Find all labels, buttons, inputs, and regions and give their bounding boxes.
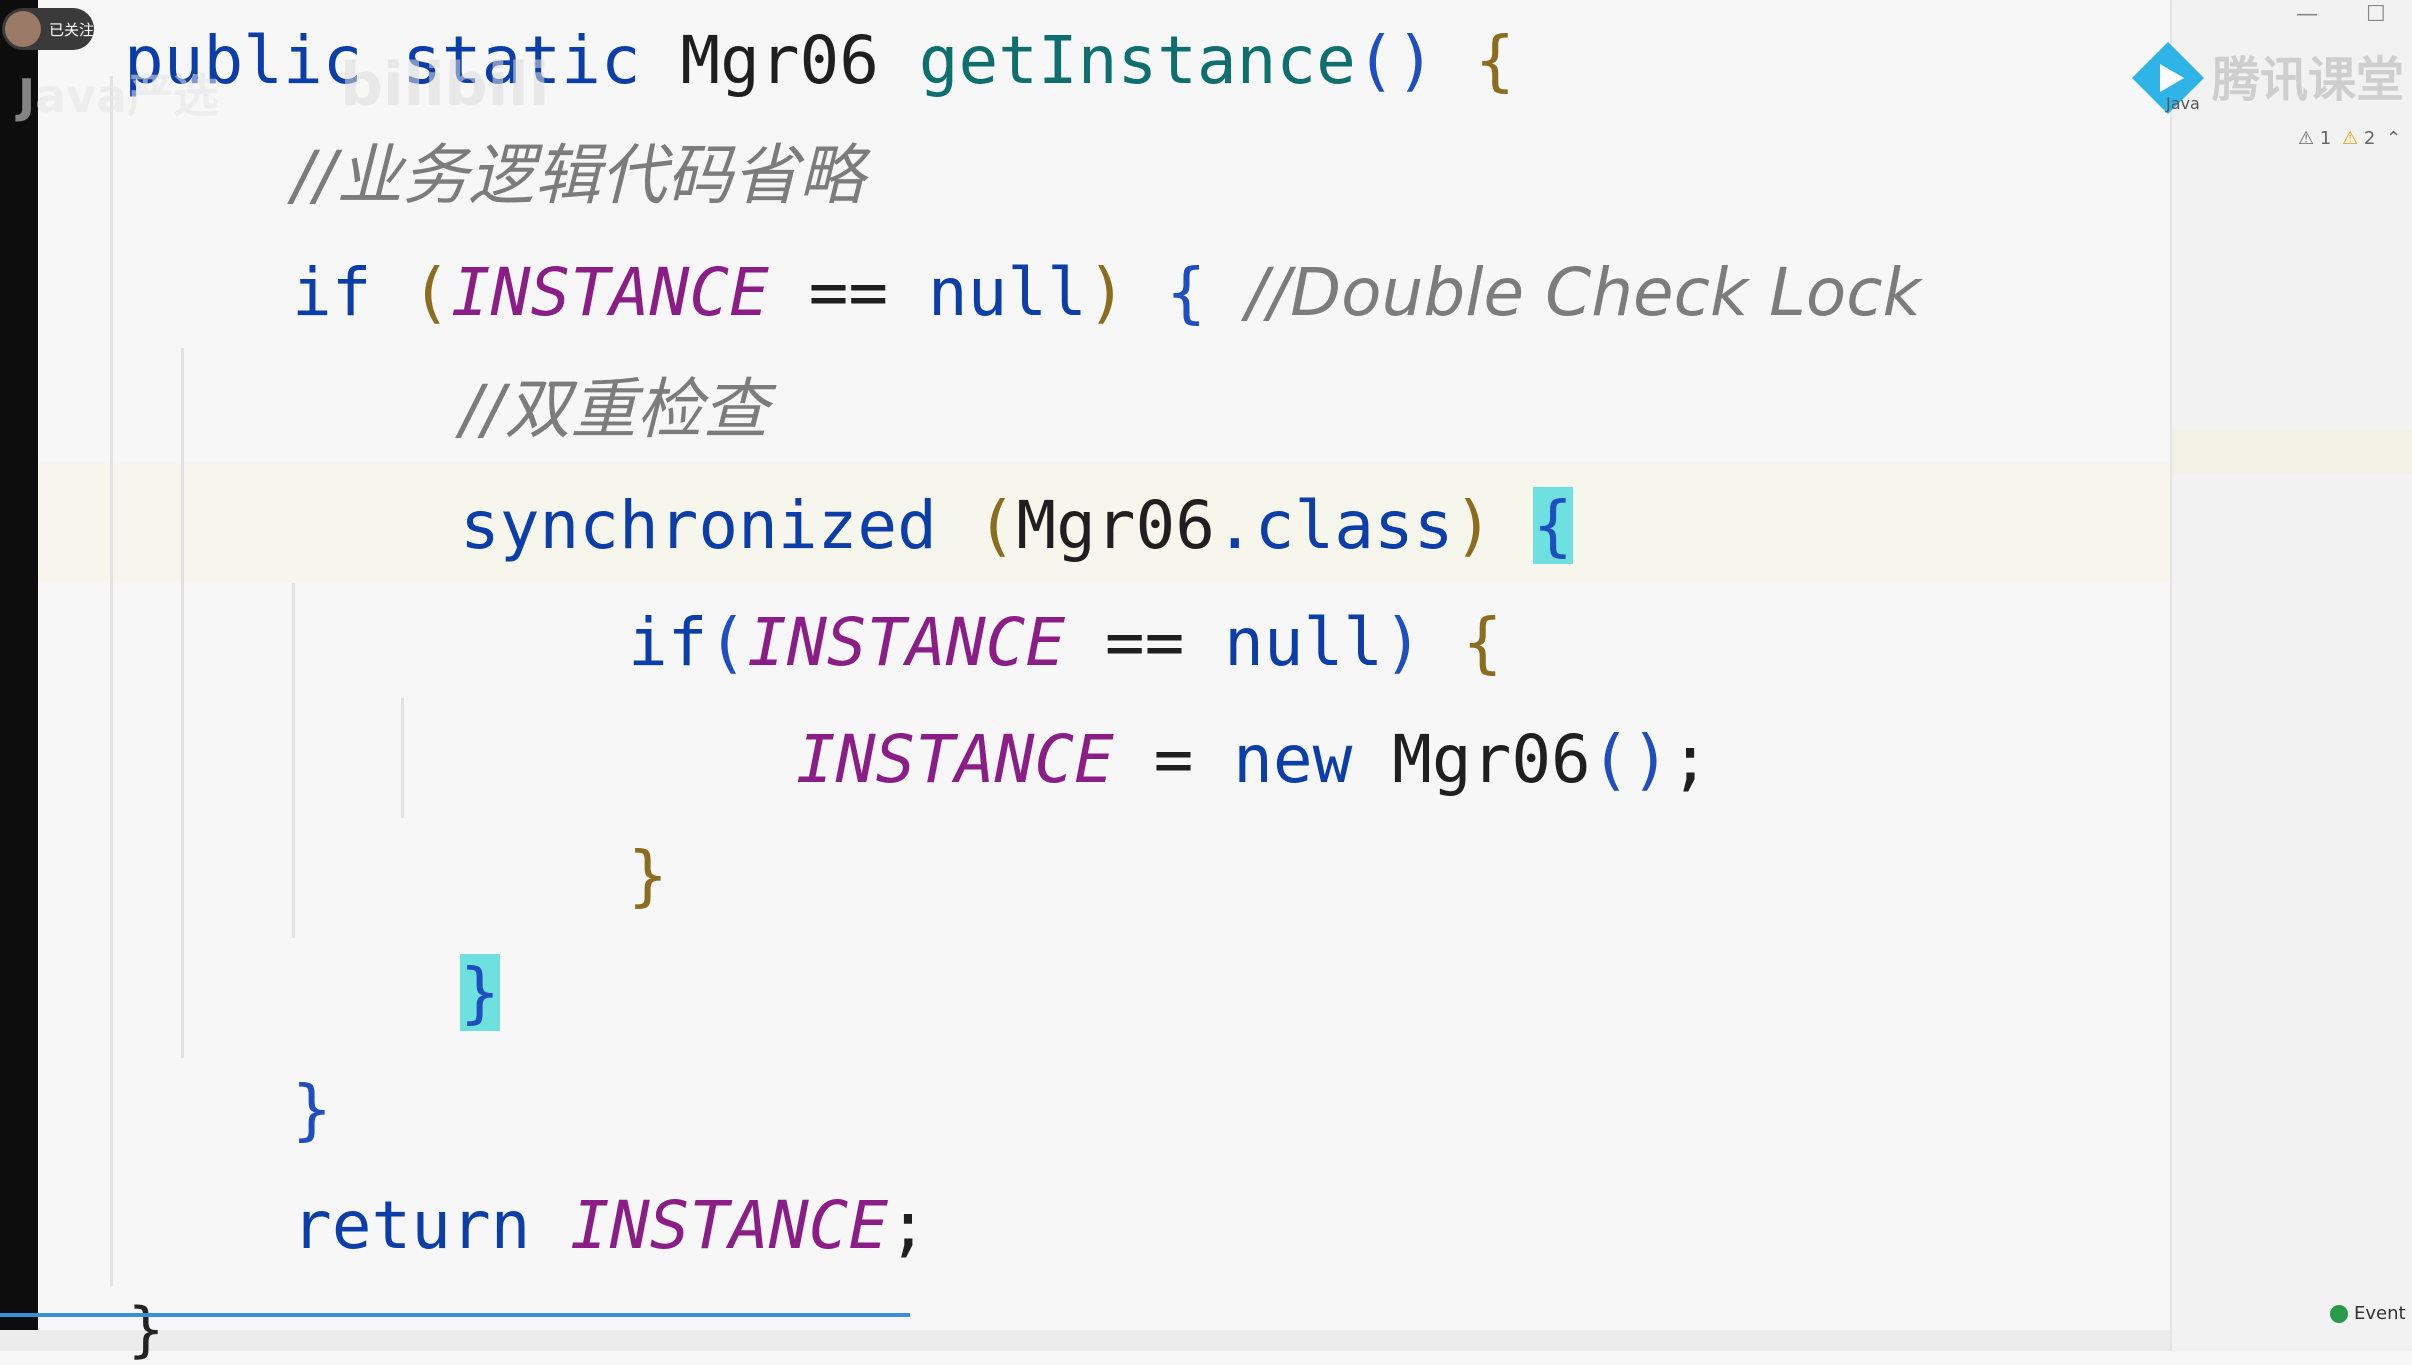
open-brace: { xyxy=(1475,22,1515,99)
indent-guide xyxy=(292,583,295,938)
warning-icon: ⚠ xyxy=(2342,128,2359,149)
comment: //Double Check Lock xyxy=(1245,254,1921,331)
semicolon: ; xyxy=(888,1187,928,1264)
weak-warning-count: 1 xyxy=(2319,128,2332,149)
chevron-up-icon[interactable]: ⌃ xyxy=(2386,128,2401,149)
open-brace: { xyxy=(1166,254,1207,331)
video-progress-bar[interactable] xyxy=(0,1313,910,1317)
follow-badge[interactable]: 已关注 xyxy=(2,8,94,50)
code-line-close-if-outer[interactable]: } xyxy=(292,1060,332,1160)
paren-close: ) xyxy=(1453,487,1494,564)
keyword-new: new xyxy=(1233,721,1353,798)
method-name: getInstance xyxy=(918,22,1356,99)
semicolon: ; xyxy=(1670,721,1711,798)
code-line-if-inner[interactable]: if(INSTANCE == null) { xyxy=(628,593,1502,693)
warning-count: 2 xyxy=(2363,128,2376,149)
code-line-comment-business[interactable]: //业务逻辑代码省略 xyxy=(292,126,864,226)
operator-assign: = xyxy=(1153,721,1194,798)
code-line-close-method: } xyxy=(128,1300,164,1360)
type-name: Mgr06 xyxy=(1392,721,1591,798)
operator-equals: == xyxy=(808,254,889,331)
code-line-close-synchronized[interactable]: } xyxy=(460,943,500,1043)
open-brace: { xyxy=(1462,604,1503,681)
code-editor[interactable]: public static Mgr06 getInstance() { //业务… xyxy=(38,8,2170,1328)
code-line-close-if-inner[interactable]: } xyxy=(628,826,668,926)
paren-open: ( xyxy=(707,604,748,681)
paren-close: ) xyxy=(1086,254,1127,331)
class-literal: .class xyxy=(1215,487,1454,564)
close-brace: } xyxy=(628,837,668,914)
keyword-if: if xyxy=(628,604,708,681)
parens: () xyxy=(1590,721,1671,798)
follow-label: 已关注 xyxy=(49,20,95,39)
field-instance: INSTANCE xyxy=(450,254,769,331)
keyword-null: null xyxy=(1224,604,1384,681)
code-line-comment-double-check[interactable]: //双重检查 xyxy=(460,360,768,460)
weak-warning-indicator[interactable]: ⚠ 1 xyxy=(2298,128,2331,149)
bilibili-watermark: bilibili xyxy=(340,50,550,120)
indent-guide xyxy=(110,76,113,1286)
code-line-method-signature[interactable]: public static Mgr06 getInstance() { xyxy=(124,11,1515,111)
left-dark-border xyxy=(0,0,38,1351)
paren-close: ) xyxy=(1383,604,1423,681)
paren-open: ( xyxy=(976,487,1017,564)
field-instance: INSTANCE xyxy=(796,721,1114,798)
operator-equals: == xyxy=(1104,604,1185,681)
event-log-label: Event L xyxy=(2354,1303,2412,1324)
weak-warning-icon: ⚠ xyxy=(2298,128,2315,149)
indent-guide xyxy=(401,698,404,818)
event-log-button[interactable]: Event L xyxy=(2330,1303,2412,1324)
comment: //双重检查 xyxy=(460,371,769,448)
field-instance: INSTANCE xyxy=(570,1187,889,1264)
open-brace-matched: { xyxy=(1532,487,1573,564)
keyword-null: null xyxy=(927,254,1087,331)
maximize-icon[interactable]: ☐ xyxy=(2366,2,2386,27)
tencent-classroom-watermark: 腾讯课堂 xyxy=(2212,52,2405,108)
keyword-if: if xyxy=(292,254,372,331)
code-line-return[interactable]: return INSTANCE; xyxy=(292,1176,928,1276)
right-side-panel xyxy=(2170,0,2412,1351)
caret-row-highlight-right xyxy=(2172,430,2412,474)
keyword-return: return xyxy=(292,1187,531,1264)
java-label: Java xyxy=(2166,94,2200,113)
watermark-text: Java严选 xyxy=(18,69,220,123)
warning-indicator[interactable]: ⚠ 2 xyxy=(2342,128,2375,149)
keyword-synchronized: synchronized xyxy=(460,487,937,564)
field-instance: INSTANCE xyxy=(747,604,1066,681)
code-line-synchronized[interactable]: synchronized (Mgr06.class) { xyxy=(460,476,1573,576)
video-control-strip[interactable] xyxy=(0,1330,2170,1351)
avatar xyxy=(5,11,41,47)
type-name: Mgr06 xyxy=(680,22,880,99)
paren-open: ( xyxy=(411,254,451,331)
close-brace-matched: } xyxy=(460,954,500,1031)
comment: //业务逻辑代码省略 xyxy=(292,137,865,214)
type-name: Mgr06 xyxy=(1016,487,1216,564)
close-brace: } xyxy=(292,1071,332,1148)
minimize-icon[interactable]: — xyxy=(2296,2,2318,27)
code-line-if-outer[interactable]: if (INSTANCE == null) { //Double Check L… xyxy=(292,243,1921,343)
indent-guide xyxy=(181,348,184,1058)
close-brace: } xyxy=(128,1295,165,1365)
parens: () xyxy=(1355,22,1436,99)
code-line-assign-instance[interactable]: INSTANCE = new Mgr06(); xyxy=(796,710,1710,810)
event-log-icon xyxy=(2330,1305,2348,1323)
